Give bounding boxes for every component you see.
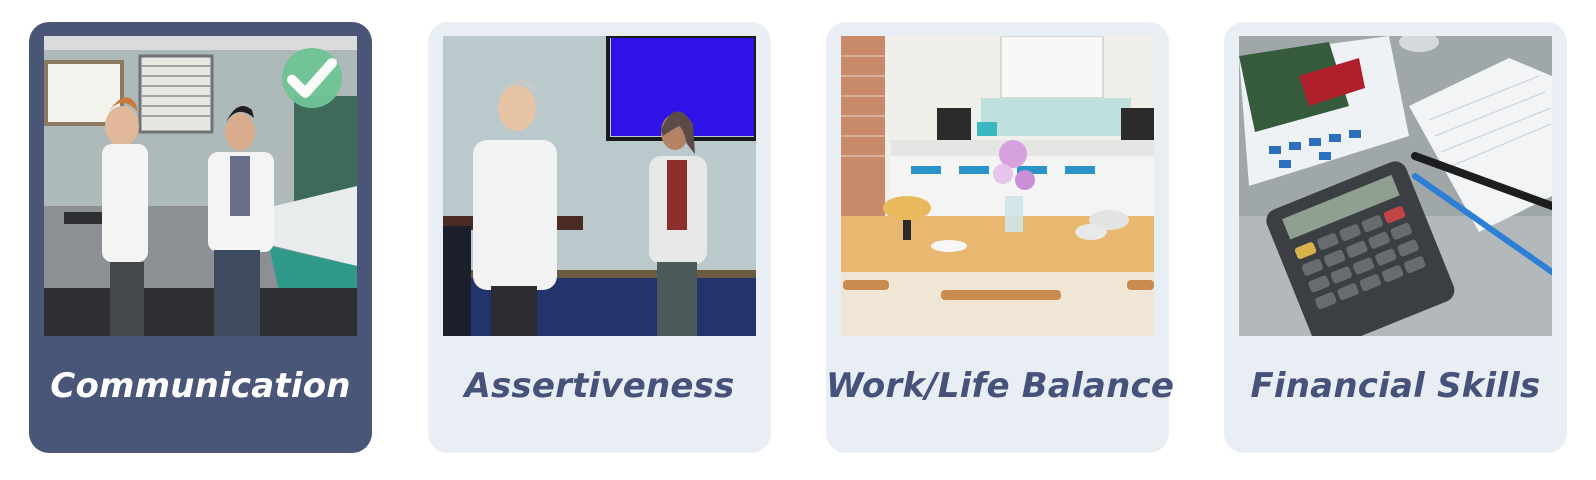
- check-icon: [287, 58, 337, 98]
- assertiveness-thumbnail: [443, 36, 756, 336]
- course-card-financial-skills[interactable]: Financial Skills: [1224, 22, 1567, 453]
- course-card-communication[interactable]: Communication: [29, 22, 372, 453]
- financial-skills-thumbnail: [1239, 36, 1552, 336]
- work-life-balance-thumbnail: [841, 36, 1154, 336]
- course-card-grid: Communication Assertiveness Work/Life Ba…: [0, 0, 1596, 480]
- office-scene-image: [443, 36, 756, 336]
- communication-thumbnail: [44, 36, 357, 336]
- course-card-work-life-balance[interactable]: Work/Life Balance: [826, 22, 1175, 453]
- card-label: Communication: [50, 366, 351, 406]
- kitchen-scene-image: [841, 36, 1154, 336]
- selected-check-badge: [282, 48, 342, 108]
- course-card-assertiveness[interactable]: Assertiveness: [428, 22, 771, 453]
- card-label: Work/Life Balance: [826, 366, 1175, 406]
- desk-calculator-scene-image: [1239, 36, 1552, 336]
- card-label: Financial Skills: [1250, 366, 1541, 406]
- card-label: Assertiveness: [464, 366, 735, 406]
